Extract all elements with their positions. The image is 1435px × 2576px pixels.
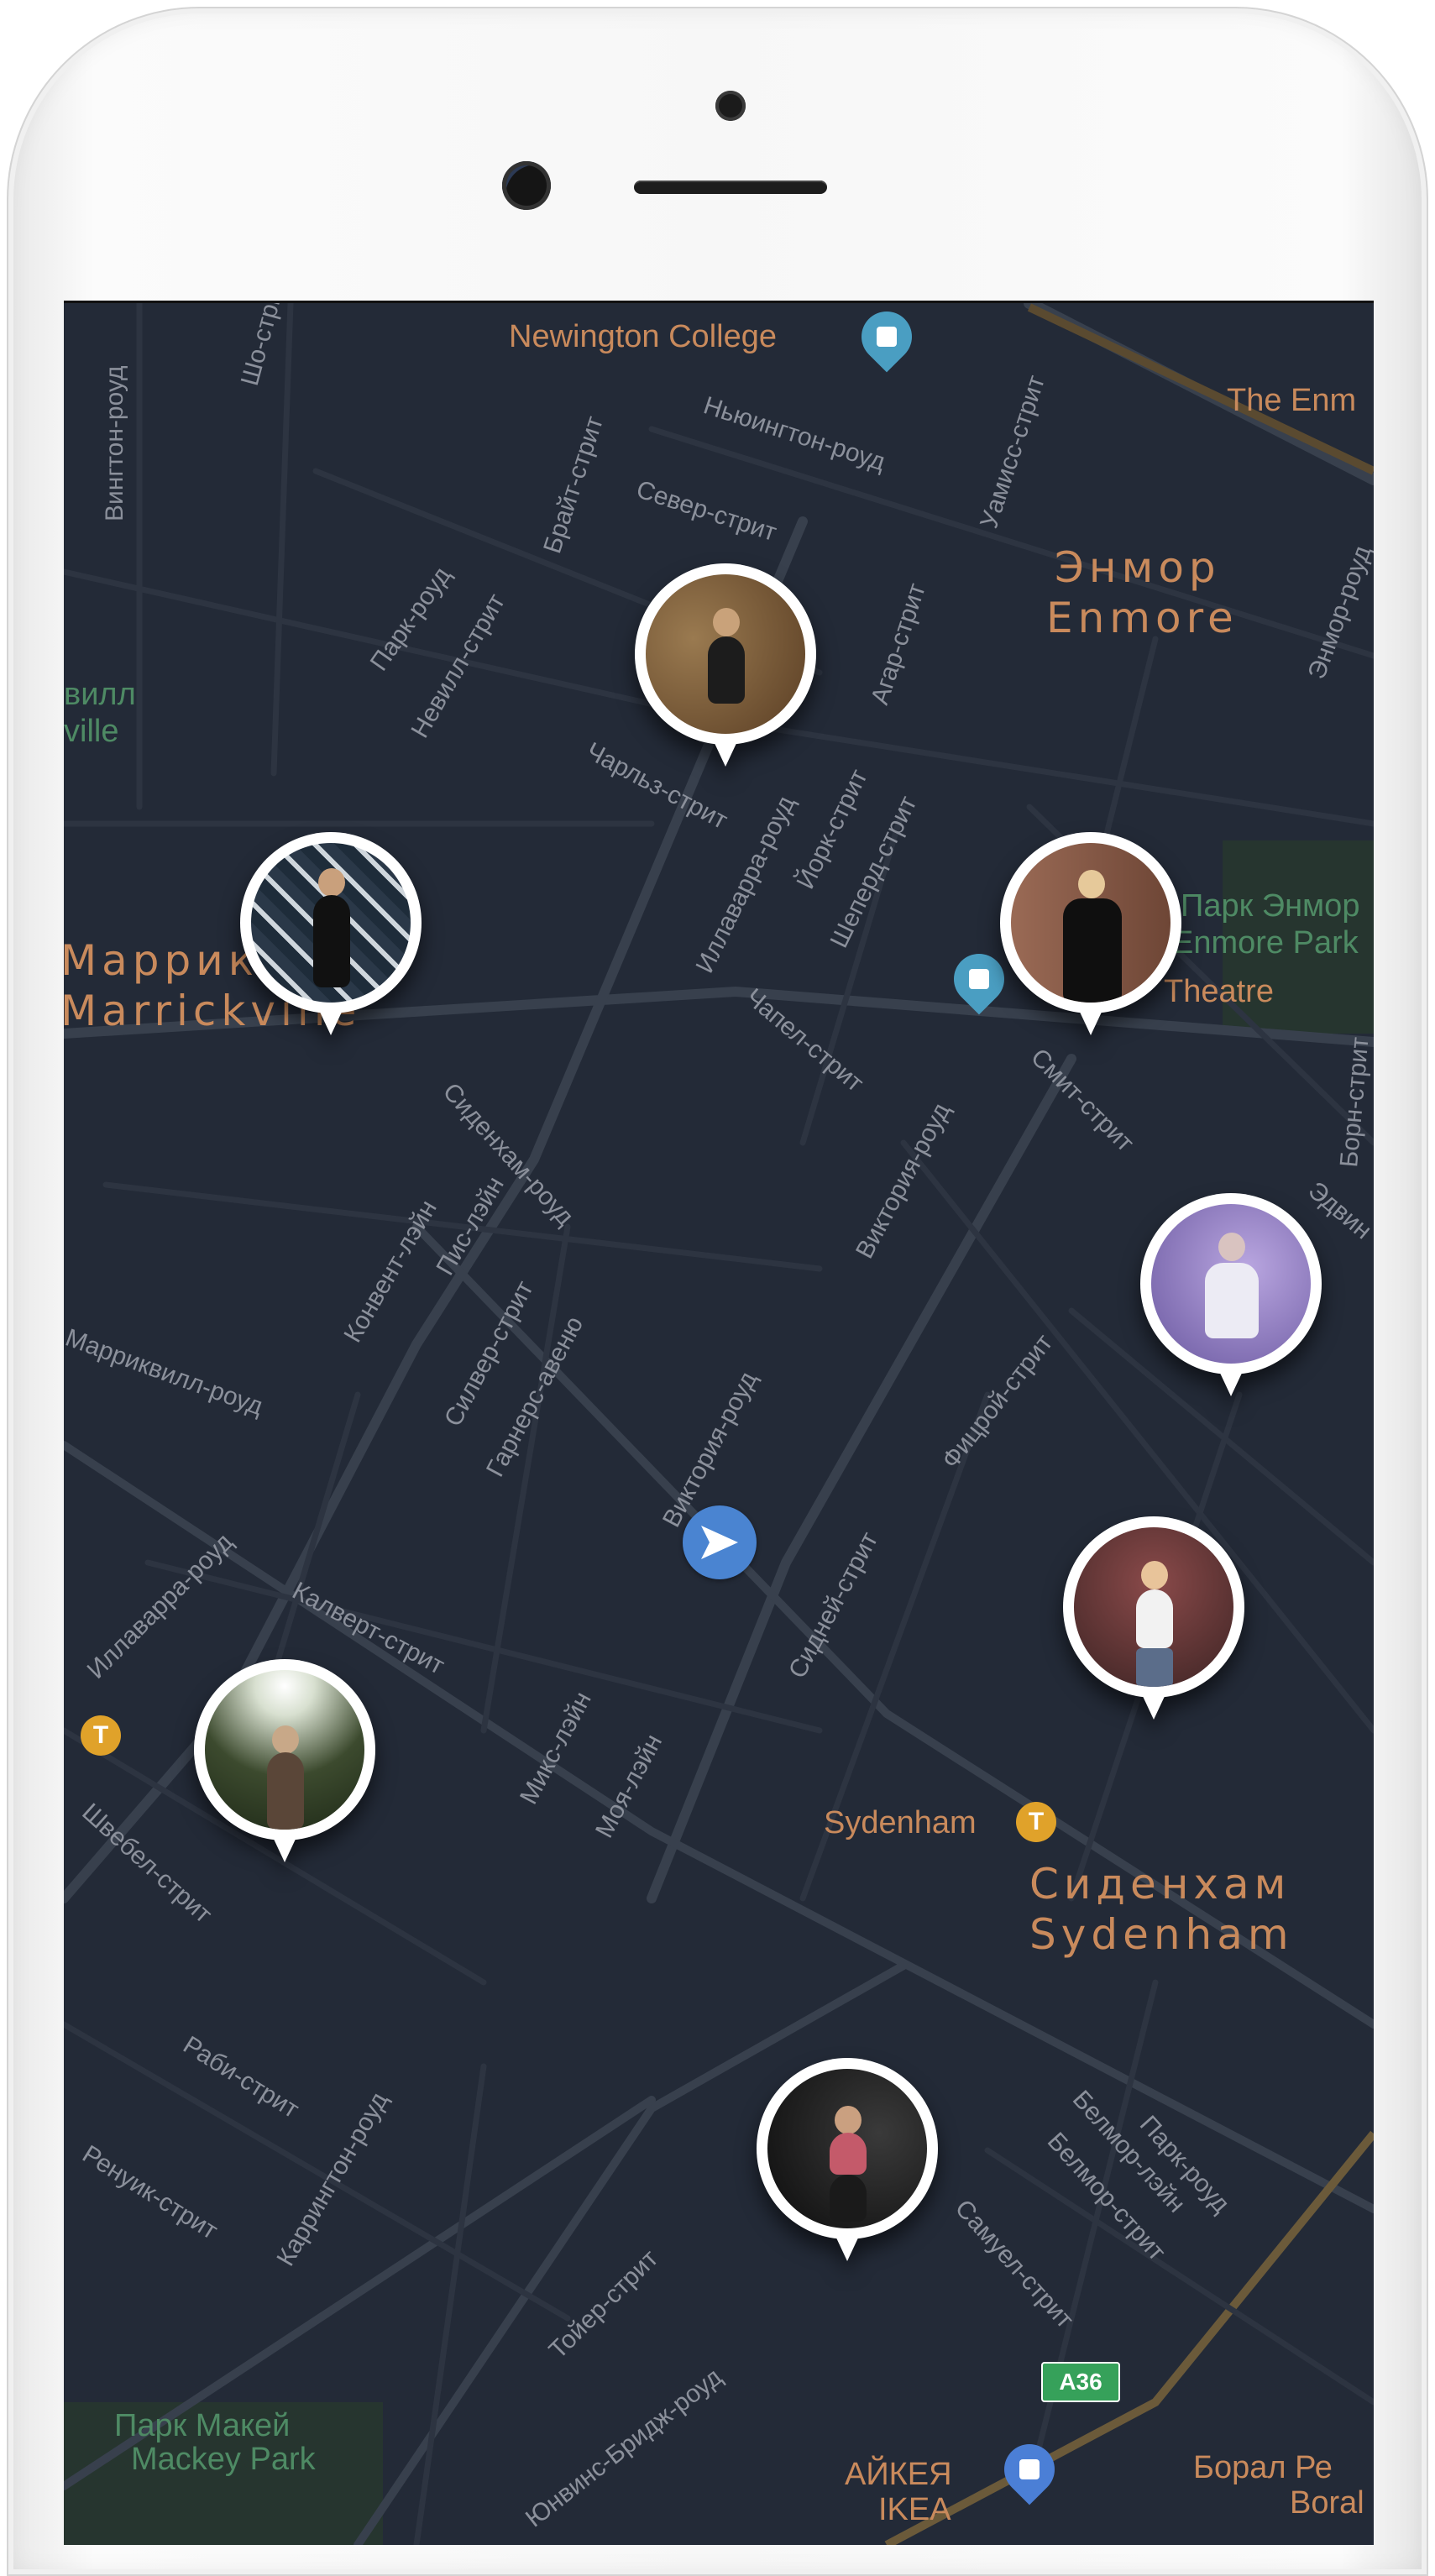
street-label: Север-стрит (633, 475, 780, 547)
street-label: Ньюингтон-роуд (700, 391, 888, 476)
area-label-partial-en: ville (64, 714, 118, 749)
photo-pin-7[interactable] (757, 2058, 938, 2276)
photo-pin-4[interactable] (1140, 1193, 1322, 1411)
street-label: Фицрой-стрит (937, 1329, 1059, 1474)
photo-pin-2[interactable] (240, 832, 422, 1050)
street-label: Самуел-стрит (950, 2195, 1079, 2334)
poi-label-enmore-park-ru: Парк Энмор (1181, 888, 1359, 924)
street-label: Раби-стрит (178, 2031, 304, 2124)
train-station-icon[interactable]: T (81, 1715, 121, 1756)
street-label: Агар-стрит (866, 579, 931, 708)
street-label: Моя-лэйн (590, 1730, 668, 1842)
poi-label-enmore-park-en: Enmore Park (1172, 925, 1359, 961)
street-label: Уамисс-стрит (975, 372, 1050, 531)
poi-label-sydenham-station: Sydenham (824, 1805, 977, 1840)
area-label-partial-ru: вилл (64, 677, 136, 712)
user-photo (1151, 1204, 1311, 1364)
user-photo (1011, 843, 1171, 1003)
user-photo (251, 843, 411, 1003)
street-label: Энмор-роуд (1303, 542, 1374, 683)
street-label: Тойер-стрит (544, 2244, 664, 2364)
area-label-sydenham-en: Sydenham (1029, 1910, 1294, 1959)
map-screen[interactable]: Вингтон-роуд Шо-стрит Ньюингтон-роуд Сев… (64, 301, 1374, 2545)
navigation-arrow-icon (701, 1526, 738, 1559)
photo-pin-1[interactable] (635, 563, 816, 782)
proximity-sensor (715, 91, 746, 121)
street-label: Марриквилл-роуд (64, 1324, 266, 1422)
street-label: Вингтон-роуд (101, 366, 128, 521)
area-label-enmore-en: Enmore (1046, 594, 1239, 642)
poi-label-mackey-park-en: Mackey Park (131, 2442, 317, 2477)
poi-label-ikea-ru: АЙКЕЯ (845, 2454, 952, 2492)
photo-pin-6[interactable] (194, 1659, 375, 1877)
street-label: Брайт-стрит (538, 413, 609, 558)
area-label-enmore-ru: Энмор (1055, 543, 1221, 592)
area-label-sydenham-ru: Сиденхам (1029, 1860, 1291, 1908)
street-label: Ренуик-стрит (77, 2140, 223, 2245)
earpiece-speaker (634, 181, 827, 194)
poi-label-ikea-en: IKEA (878, 2492, 951, 2527)
user-photo (646, 574, 805, 734)
photo-pin-5[interactable] (1063, 1516, 1244, 1735)
street-label: Борн-стрит (1335, 1036, 1374, 1169)
poi-label-boral-en: Boral (1290, 2485, 1364, 2521)
street-label: Юнвинс-Бридж-роуд (521, 2363, 727, 2532)
poi-label-the-enmore: The Enm (1227, 383, 1356, 418)
street-label: Шо-стрит (236, 303, 291, 389)
user-photo (1074, 1527, 1233, 1687)
front-camera (502, 161, 551, 210)
street-label: Виктория-роуд (851, 1098, 956, 1263)
poi-label-mackey-park-ru: Парк Макей (114, 2408, 290, 2443)
poi-label-newington-en: Newington College (509, 319, 777, 354)
user-location-marker[interactable] (683, 1505, 757, 1579)
train-station-icon[interactable]: T (1016, 1802, 1056, 1842)
poi-label-boral-ru: Борал Ре (1193, 2450, 1333, 2485)
user-photo (767, 2069, 927, 2228)
user-photo (205, 1670, 364, 1830)
photo-pin-3[interactable] (1000, 832, 1181, 1050)
highway-shield: A36 (1041, 2362, 1120, 2402)
